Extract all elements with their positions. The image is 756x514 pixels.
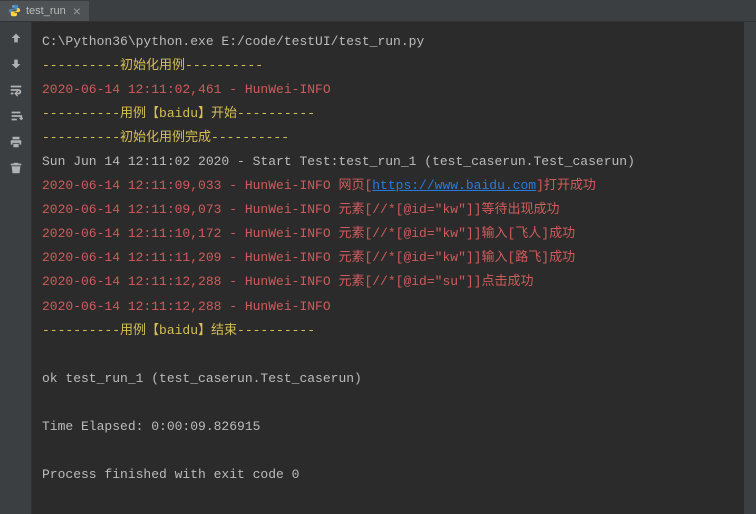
close-icon[interactable]: ×: [73, 4, 81, 18]
console-line: Process finished with exit code 0: [42, 467, 299, 482]
scrollbar-track[interactable]: [744, 22, 756, 514]
tab-bar: test_run ×: [0, 0, 756, 22]
console-line: ----------用例【baidu】结束----------: [42, 323, 315, 338]
sidebar-gutter: [0, 22, 32, 514]
console-line: 2020-06-14 12:11:12,288 - HunWei-INFO: [42, 299, 331, 314]
console-line: ----------初始化用例完成----------: [42, 130, 289, 145]
console-line: 2020-06-14 12:11:12,288 - HunWei-INFO 元素…: [42, 274, 533, 289]
console-line: ----------初始化用例----------: [42, 58, 263, 73]
arrow-down-icon[interactable]: [8, 56, 24, 72]
console-line: 2020-06-14 12:11:09,073 - HunWei-INFO 元素…: [42, 202, 559, 217]
console-line: C:\Python36\python.exe E:/code/testUI/te…: [42, 34, 424, 49]
console-output[interactable]: C:\Python36\python.exe E:/code/testUI/te…: [32, 22, 744, 514]
console-line: Time Elapsed: 0:00:09.826915: [42, 419, 260, 434]
wrap-icon[interactable]: [8, 82, 24, 98]
console-line: ok test_run_1 (test_caserun.Test_caserun…: [42, 371, 362, 386]
python-file-icon: [8, 4, 21, 17]
console-line: 2020-06-14 12:11:11,209 - HunWei-INFO 元素…: [42, 250, 575, 265]
main-area: C:\Python36\python.exe E:/code/testUI/te…: [0, 22, 756, 514]
tab-label: test_run: [26, 5, 66, 17]
tab-test-run[interactable]: test_run ×: [0, 1, 89, 21]
print-icon[interactable]: [8, 134, 24, 150]
trash-icon[interactable]: [8, 160, 24, 176]
arrow-up-icon[interactable]: [8, 30, 24, 46]
scroll-to-end-icon[interactable]: [8, 108, 24, 124]
console-line: 2020-06-14 12:11:02,461 - HunWei-INFO: [42, 82, 331, 97]
url-link[interactable]: https://www.baidu.com: [372, 178, 536, 193]
console-line: Sun Jun 14 12:11:02 2020 - Start Test:te…: [42, 154, 635, 169]
console-line: 2020-06-14 12:11:09,033 - HunWei-INFO 网页…: [42, 178, 596, 193]
console-line: ----------用例【baidu】开始----------: [42, 106, 315, 121]
console-line: 2020-06-14 12:11:10,172 - HunWei-INFO 元素…: [42, 226, 575, 241]
